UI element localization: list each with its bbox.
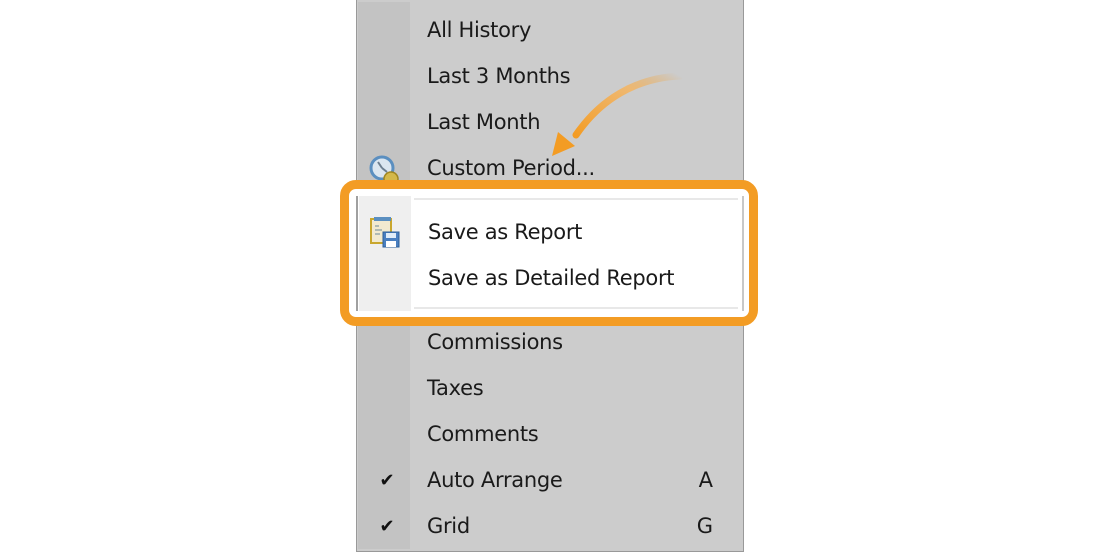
checkmark-icon: ✔ — [379, 469, 395, 491]
menu-item-auto-arrange[interactable]: ✔ Auto Arrange A — [357, 457, 743, 503]
menu-item-shortcut: A — [698, 468, 713, 492]
menu-item-label: All History — [427, 18, 532, 42]
menu-item-label: Comments — [427, 422, 539, 446]
menu-item-grid[interactable]: ✔ Grid G — [357, 503, 743, 549]
menu-item-label: Commissions — [427, 330, 563, 354]
menu-item-last-3-months[interactable]: Last 3 Months — [357, 53, 743, 99]
menu-item-label: Save as Detailed Report — [428, 266, 675, 290]
checkmark-icon: ✔ — [379, 515, 395, 537]
highlighted-menu-section: Save as Report Save as Detailed Report — [356, 196, 744, 311]
menu-item-label: Taxes — [427, 376, 484, 400]
menu-item-save-as-report[interactable]: Save as Report — [358, 209, 744, 255]
save-report-icon — [368, 215, 402, 249]
menu-item-comments[interactable]: Comments — [357, 411, 743, 457]
menu-item-save-as-detailed-report[interactable]: Save as Detailed Report — [358, 255, 744, 301]
separator — [414, 198, 738, 200]
menu-item-taxes[interactable]: Taxes — [357, 365, 743, 411]
menu-item-label: Custom Period... — [427, 156, 595, 180]
menu-item-label: Last 3 Months — [427, 64, 571, 88]
menu-item-label: Auto Arrange — [427, 468, 563, 492]
menu-item-label: Last Month — [427, 110, 541, 134]
menu-item-label: Grid — [427, 514, 470, 538]
menu-item-all-history[interactable]: All History — [357, 7, 743, 53]
menu-item-label: Save as Report — [428, 220, 583, 244]
separator — [414, 307, 738, 309]
menu-item-last-month[interactable]: Last Month — [357, 99, 743, 145]
menu-item-shortcut: G — [696, 514, 713, 538]
